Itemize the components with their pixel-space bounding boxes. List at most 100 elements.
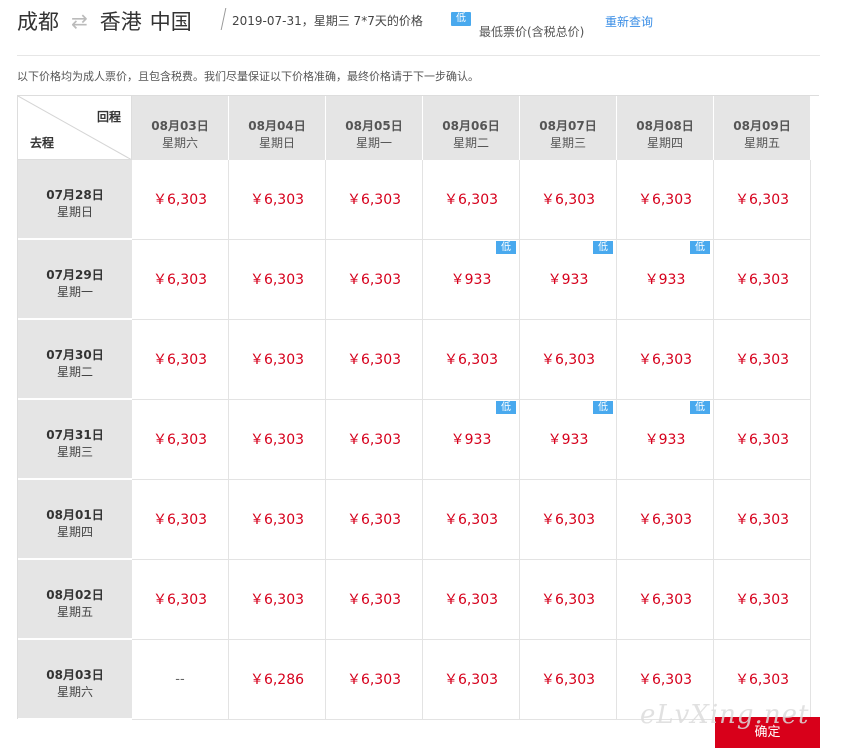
return-date: 08月04日: [248, 119, 306, 133]
price-cell[interactable]: ￥6,303: [326, 560, 423, 640]
depart-date-header: 07月30日 星期二: [18, 320, 132, 399]
price-cell[interactable]: ￥6,303: [326, 240, 423, 320]
price-value: ￥6,303: [637, 512, 693, 528]
watermark: eLvXing.net: [640, 700, 810, 730]
price-value: ￥6,303: [346, 272, 402, 288]
depart-date-header: 07月31日 星期三: [18, 400, 132, 479]
price-cell[interactable]: ￥933 低: [423, 400, 520, 480]
price-cell[interactable]: ￥6,303: [326, 320, 423, 400]
return-date-header: 08月05日 星期一: [326, 96, 423, 160]
price-cell[interactable]: ￥6,303: [714, 480, 811, 560]
price-cell[interactable]: ￥6,303: [520, 560, 617, 640]
price-value: ￥6,303: [540, 352, 596, 368]
price-cell[interactable]: ￥6,303: [714, 160, 811, 240]
price-cell[interactable]: ￥6,303: [520, 160, 617, 240]
price-value: ￥6,303: [152, 352, 208, 368]
price-cell[interactable]: ￥933 低: [520, 240, 617, 320]
depart-weekday: 星期三: [56, 445, 93, 459]
price-value: ￥6,303: [249, 352, 305, 368]
price-cell[interactable]: --: [132, 640, 229, 720]
price-cell[interactable]: ￥6,303: [714, 400, 811, 480]
price-value: ￥6,303: [540, 192, 596, 208]
price-cell[interactable]: ￥6,303: [229, 560, 326, 640]
price-cell[interactable]: ￥6,303: [326, 480, 423, 560]
price-cell[interactable]: ￥6,303: [714, 240, 811, 320]
price-cell[interactable]: ￥6,303: [617, 480, 714, 560]
price-cell[interactable]: ￥6,303: [714, 560, 811, 640]
price-cell[interactable]: ￥6,303: [423, 560, 520, 640]
price-cell[interactable]: ￥6,303: [229, 160, 326, 240]
price-cell[interactable]: ￥6,303: [520, 640, 617, 720]
price-cell[interactable]: ￥933 低: [423, 240, 520, 320]
depart-weekday: 星期日: [56, 205, 93, 219]
price-value: ￥6,303: [152, 192, 208, 208]
header-divider: [17, 55, 820, 56]
depart-date: 08月02日: [46, 588, 104, 602]
return-date: 08月07日: [539, 119, 597, 133]
price-cell[interactable]: ￥6,303: [229, 400, 326, 480]
price-value: ￥6,303: [734, 432, 790, 448]
price-value: ￥6,303: [249, 512, 305, 528]
price-notice: 以下价格均为成人票价，且包含税费。我们尽量保证以下价格准确，最终价格请于下一步确…: [17, 70, 479, 83]
price-cell[interactable]: ￥6,303: [132, 320, 229, 400]
price-cell[interactable]: ￥6,303: [132, 480, 229, 560]
depart-date: 07月31日: [46, 428, 104, 442]
return-weekday: 星期六: [161, 136, 198, 150]
price-value: ￥6,303: [249, 192, 305, 208]
return-label: 回程: [96, 110, 121, 124]
depart-date-header: 07月29日 星期一: [18, 240, 132, 319]
price-value: ￥6,303: [540, 592, 596, 608]
price-cell[interactable]: ￥6,286: [229, 640, 326, 720]
price-cell[interactable]: ￥933 低: [520, 400, 617, 480]
return-weekday: 星期三: [549, 136, 586, 150]
price-value: ￥6,303: [443, 192, 499, 208]
price-cell[interactable]: ￥6,303: [326, 400, 423, 480]
depart-weekday: 星期一: [56, 285, 93, 299]
price-cell[interactable]: ￥6,303: [132, 400, 229, 480]
price-cell[interactable]: ￥6,303: [229, 480, 326, 560]
destination-country: 中国: [149, 10, 192, 34]
depart-date-header: 08月03日 星期六: [18, 640, 132, 719]
low-price-badge: 低: [496, 241, 516, 254]
return-weekday: 星期日: [258, 136, 295, 150]
price-cell[interactable]: ￥6,303: [423, 160, 520, 240]
return-date: 08月05日: [345, 119, 403, 133]
price-value: ￥6,303: [346, 432, 402, 448]
price-cell[interactable]: ￥6,303: [520, 480, 617, 560]
price-value: ￥6,303: [734, 192, 790, 208]
price-value: ￥6,303: [346, 352, 402, 368]
depart-label: 去程: [30, 136, 55, 150]
lowest-price-label: 最低票价(含税总价): [479, 25, 585, 39]
return-date-header: 08月09日 星期五: [714, 96, 811, 160]
low-price-badge: 低: [690, 241, 710, 254]
price-cell[interactable]: ￥6,303: [229, 240, 326, 320]
price-cell[interactable]: ￥6,303: [229, 320, 326, 400]
low-price-badge: 低: [690, 401, 710, 414]
price-cell[interactable]: ￥6,303: [132, 240, 229, 320]
requery-link[interactable]: 重新查询: [605, 13, 653, 30]
price-cell[interactable]: ￥6,303: [326, 160, 423, 240]
price-cell[interactable]: ￥933 低: [617, 240, 714, 320]
price-cell[interactable]: ￥6,303: [326, 640, 423, 720]
price-cell[interactable]: ￥6,303: [423, 320, 520, 400]
price-cell[interactable]: ￥6,303: [617, 560, 714, 640]
price-cell[interactable]: ￥6,303: [520, 320, 617, 400]
price-value: ￥6,303: [249, 592, 305, 608]
price-value: ￥6,303: [637, 192, 693, 208]
swap-arrow-icon[interactable]: ⇄: [71, 9, 88, 33]
price-cell[interactable]: ￥6,303: [132, 160, 229, 240]
price-cell[interactable]: ￥6,303: [617, 320, 714, 400]
price-value: ￥6,303: [734, 272, 790, 288]
price-cell[interactable]: ￥6,303: [423, 480, 520, 560]
price-cell[interactable]: ￥6,303: [714, 320, 811, 400]
low-price-badge: 低: [593, 241, 613, 254]
price-cell[interactable]: ￥6,303: [423, 640, 520, 720]
price-value: ￥6,303: [734, 592, 790, 608]
return-date-header: 08月03日 星期六: [132, 96, 229, 160]
price-value: ￥6,303: [443, 352, 499, 368]
depart-date-header: 07月28日 星期日: [18, 160, 132, 239]
price-cell[interactable]: ￥933 低: [617, 400, 714, 480]
return-weekday: 星期二: [452, 136, 489, 150]
price-cell[interactable]: ￥6,303: [132, 560, 229, 640]
price-cell[interactable]: ￥6,303: [617, 160, 714, 240]
